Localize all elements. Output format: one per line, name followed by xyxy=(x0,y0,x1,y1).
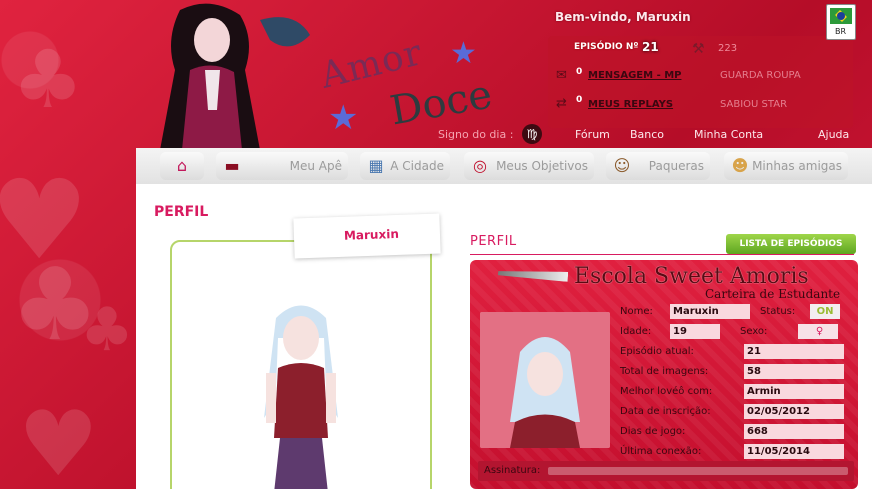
dias-label: Dias de jogo: xyxy=(620,426,686,437)
username: Maruxin xyxy=(343,226,400,243)
replay-icon[interactable]: ⇄ xyxy=(556,96,567,111)
account-link[interactable]: Minha Conta xyxy=(694,128,763,141)
welcome-text: Bem-vindo, Maruxin xyxy=(555,10,691,24)
girl-face-icon: ☻ xyxy=(731,156,749,175)
idade-value: 19 xyxy=(670,324,720,339)
flag-label: BR xyxy=(835,27,847,36)
heart-decoration: ♥ xyxy=(18,392,99,489)
nav-label: Meu Apê xyxy=(289,159,342,173)
nav-label: Meus Objetivos xyxy=(496,159,588,173)
signo-label: Signo do dia : xyxy=(438,128,514,141)
target-icon: ◎ xyxy=(473,156,487,175)
conexao-value: 11/05/2014 xyxy=(744,444,844,459)
amor-doce-logo[interactable]: ★ ★ Amor Doce xyxy=(300,30,540,140)
episode-number[interactable]: 21 xyxy=(642,40,659,54)
conexao-label: Última conexão: xyxy=(620,446,702,457)
nav-bar: ⌂ ▬ Meu Apê ▦ A Cidade ◎ Meus Objetivos … xyxy=(136,148,872,184)
city-icon: ▦ xyxy=(368,156,384,175)
nome-value: Maruxin xyxy=(670,304,750,319)
card-subtitle: Carteira de Estudante xyxy=(705,287,841,301)
club-decoration: ♣ xyxy=(80,295,134,365)
student-id-card: Escola Sweet Amoris Carteira de Estudant… xyxy=(470,260,858,489)
loved-label: Melhor lovéô com: xyxy=(620,386,713,397)
knife-decoration xyxy=(498,268,568,282)
episode-label: EPISÓDIO Nº xyxy=(574,42,639,52)
home-icon: ⌂ xyxy=(176,156,188,175)
episodes-list-button[interactable]: LISTA DE EPISÓDIOS xyxy=(726,234,856,254)
sofa-icon: ▬ xyxy=(224,156,240,175)
message-count: 0 xyxy=(576,67,583,77)
pa-icon: ⚒ xyxy=(692,41,705,57)
nav-label: A Cidade xyxy=(390,159,444,173)
nav-a-cidade[interactable]: ▦ A Cidade xyxy=(360,152,450,180)
imagens-label: Total de imagens: xyxy=(620,366,709,377)
loved-value: Armin xyxy=(744,384,844,399)
nome-label: Nome: xyxy=(620,306,653,317)
nav-meus-objetivos[interactable]: ◎ Meus Objetivos xyxy=(464,152,594,180)
boy-face-icon: ☺ xyxy=(613,156,631,175)
language-flag-button[interactable]: BR xyxy=(826,4,856,40)
episodio-value: 21 xyxy=(744,344,844,359)
wardrobe-link[interactable]: GUARDA ROUPA xyxy=(720,70,801,81)
signature-value xyxy=(548,467,848,475)
inscricao-value: 02/05/2012 xyxy=(744,404,844,419)
mail-icon[interactable]: ✉ xyxy=(556,68,567,83)
messages-link[interactable]: MENSAGEM - MP xyxy=(588,70,681,81)
flag-blue xyxy=(837,12,845,20)
bank-link[interactable]: Banco xyxy=(630,128,664,141)
nav-meu-ape[interactable]: ▬ Meu Apê xyxy=(216,152,348,180)
section-title: PERFIL xyxy=(470,234,852,255)
inscricao-label: Data de inscrição: xyxy=(620,406,711,417)
replays-link[interactable]: MEUS REPLAYS xyxy=(588,99,673,110)
female-icon: ♀ xyxy=(798,324,838,339)
student-photo xyxy=(480,312,610,448)
forum-link[interactable]: Fórum xyxy=(575,128,610,141)
nav-home[interactable]: ⌂ xyxy=(160,152,204,180)
nav-minhas-amigas[interactable]: ☻ Minhas amigas xyxy=(724,152,848,180)
main-content: ⌂ ▬ Meu Apê ▦ A Cidade ◎ Meus Objetivos … xyxy=(136,148,872,489)
avatar-image xyxy=(264,305,338,489)
star-icon: ★ xyxy=(450,36,477,71)
status-value: ON xyxy=(810,304,840,319)
school-name: Escola Sweet Amoris xyxy=(574,264,809,289)
logo-text-bottom: Doce xyxy=(386,71,496,135)
idade-label: Idade: xyxy=(620,326,652,337)
virgo-icon[interactable]: ♍ xyxy=(522,124,542,144)
nav-label: Minhas amigas xyxy=(752,159,842,173)
header: ★ ★ Amor Doce Bem-vindo, Maruxin EPISÓDI… xyxy=(0,0,872,150)
pa-value: 223 xyxy=(718,43,738,54)
signature-bar: Assinatura: xyxy=(478,461,854,481)
username-tab: Maruxin xyxy=(293,213,441,259)
status-label: Status: xyxy=(760,306,796,317)
page-title: PERFIL xyxy=(154,204,209,220)
sexo-label: Sexo: xyxy=(740,326,768,337)
signature-label: Assinatura: xyxy=(484,465,541,476)
nav-paqueras[interactable]: ☺ Paqueras xyxy=(606,152,710,180)
star-icon: ★ xyxy=(328,98,359,138)
nav-label: Paqueras xyxy=(648,159,704,173)
character-illustration xyxy=(160,3,310,150)
imagens-value: 58 xyxy=(744,364,844,379)
help-link[interactable]: Ajuda xyxy=(818,128,849,141)
star-link[interactable]: SABIOU STAR xyxy=(720,99,787,110)
episodio-label: Episódio atual: xyxy=(620,346,694,357)
dias-value: 668 xyxy=(744,424,844,439)
replay-count: 0 xyxy=(576,95,583,105)
